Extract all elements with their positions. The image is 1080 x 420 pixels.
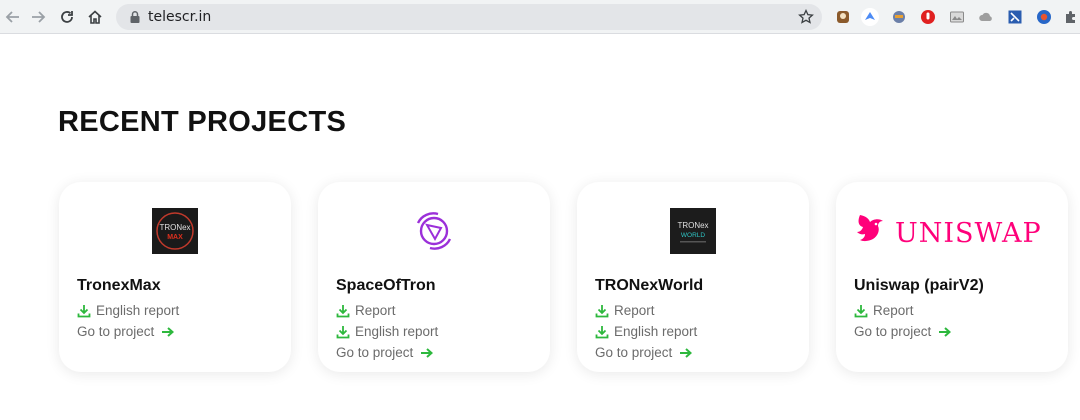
project-card: UNISWAP Uniswap (pairV2) Report Go to pr… bbox=[836, 182, 1068, 372]
arrow-right-icon bbox=[162, 326, 175, 337]
link-label: Go to project bbox=[77, 324, 155, 339]
tronexmax-logo: TRONex MAX bbox=[152, 208, 198, 254]
lock-icon bbox=[130, 11, 140, 23]
project-name: Uniswap (pairV2) bbox=[854, 277, 984, 294]
project-card: TRONex WORLD TRONexWorld Report English … bbox=[577, 182, 809, 372]
address-bar[interactable]: telescr.in bbox=[116, 4, 822, 30]
project-name: SpaceOfTron bbox=[336, 277, 436, 294]
go-to-project-link[interactable]: Go to project bbox=[77, 321, 179, 342]
arrow-right-icon bbox=[421, 347, 434, 358]
project-name: TRONexWorld bbox=[595, 277, 704, 294]
project-card: TRONex MAX TronexMax English report Go t… bbox=[59, 182, 291, 372]
back-icon[interactable] bbox=[2, 6, 24, 28]
go-to-project-link[interactable]: Go to project bbox=[595, 342, 697, 363]
arrow-right-icon bbox=[939, 326, 952, 337]
english-report-link[interactable]: English report bbox=[595, 321, 697, 342]
link-label: English report bbox=[355, 324, 439, 339]
link-label: Report bbox=[614, 303, 655, 318]
link-label: Go to project bbox=[595, 345, 673, 360]
page-title: RECENT PROJECTS bbox=[58, 106, 347, 138]
go-to-project-link[interactable]: Go to project bbox=[854, 321, 952, 342]
url-text: telescr.in bbox=[148, 9, 212, 25]
ext-icon-5[interactable] bbox=[948, 8, 966, 26]
link-label: English report bbox=[96, 303, 180, 318]
spaceoftron-logo bbox=[411, 208, 457, 254]
forward-icon[interactable] bbox=[27, 6, 49, 28]
tronexworld-logo-line-1: TRONex bbox=[677, 221, 708, 230]
link-label: Go to project bbox=[854, 324, 932, 339]
ext-icon-3[interactable] bbox=[890, 8, 908, 26]
reload-icon[interactable] bbox=[56, 6, 78, 28]
extensions-bar bbox=[828, 0, 1080, 34]
link-label: Report bbox=[873, 303, 914, 318]
puzzle-icon[interactable] bbox=[1062, 8, 1080, 26]
tronexworld-logo-line-2: WORLD bbox=[681, 232, 706, 239]
ext-icon-1[interactable] bbox=[834, 8, 852, 26]
project-name: TronexMax bbox=[77, 277, 161, 294]
project-links: English report Go to project bbox=[77, 300, 179, 342]
download-icon bbox=[595, 325, 609, 338]
download-icon bbox=[336, 304, 350, 317]
ext-icon-4[interactable] bbox=[919, 8, 937, 26]
browser-toolbar: telescr.in bbox=[0, 0, 1080, 34]
project-card: SpaceOfTron Report English report Go to … bbox=[318, 182, 550, 372]
ext-icon-6[interactable] bbox=[977, 8, 995, 26]
tronexmax-logo-line-1: TRONex bbox=[159, 223, 190, 232]
link-label: English report bbox=[614, 324, 698, 339]
project-links: Report Go to project bbox=[854, 300, 952, 342]
star-icon[interactable] bbox=[798, 9, 814, 25]
link-label: Report bbox=[355, 303, 396, 318]
english-report-link[interactable]: English report bbox=[77, 300, 179, 321]
home-icon[interactable] bbox=[84, 6, 106, 28]
project-links: Report English report Go to project bbox=[336, 300, 438, 363]
download-icon bbox=[595, 304, 609, 317]
arrow-right-icon bbox=[680, 347, 693, 358]
ext-icon-7[interactable] bbox=[1006, 8, 1024, 26]
download-icon bbox=[336, 325, 350, 338]
uniswap-wordmark: UNISWAP bbox=[895, 218, 1042, 249]
ext-icon-8[interactable] bbox=[1035, 8, 1053, 26]
go-to-project-link[interactable]: Go to project bbox=[336, 342, 438, 363]
project-links: Report English report Go to project bbox=[595, 300, 697, 363]
report-link[interactable]: Report bbox=[595, 300, 697, 321]
english-report-link[interactable]: English report bbox=[336, 321, 438, 342]
tronexmax-logo-line-2: MAX bbox=[167, 234, 183, 241]
tronexworld-logo: TRONex WORLD bbox=[670, 208, 716, 254]
uniswap-logo: UNISWAP bbox=[854, 208, 1050, 254]
ext-icon-2[interactable] bbox=[861, 8, 879, 26]
download-icon bbox=[77, 304, 91, 317]
report-link[interactable]: Report bbox=[336, 300, 438, 321]
report-link[interactable]: Report bbox=[854, 300, 952, 321]
link-label: Go to project bbox=[336, 345, 414, 360]
download-icon bbox=[854, 304, 868, 317]
